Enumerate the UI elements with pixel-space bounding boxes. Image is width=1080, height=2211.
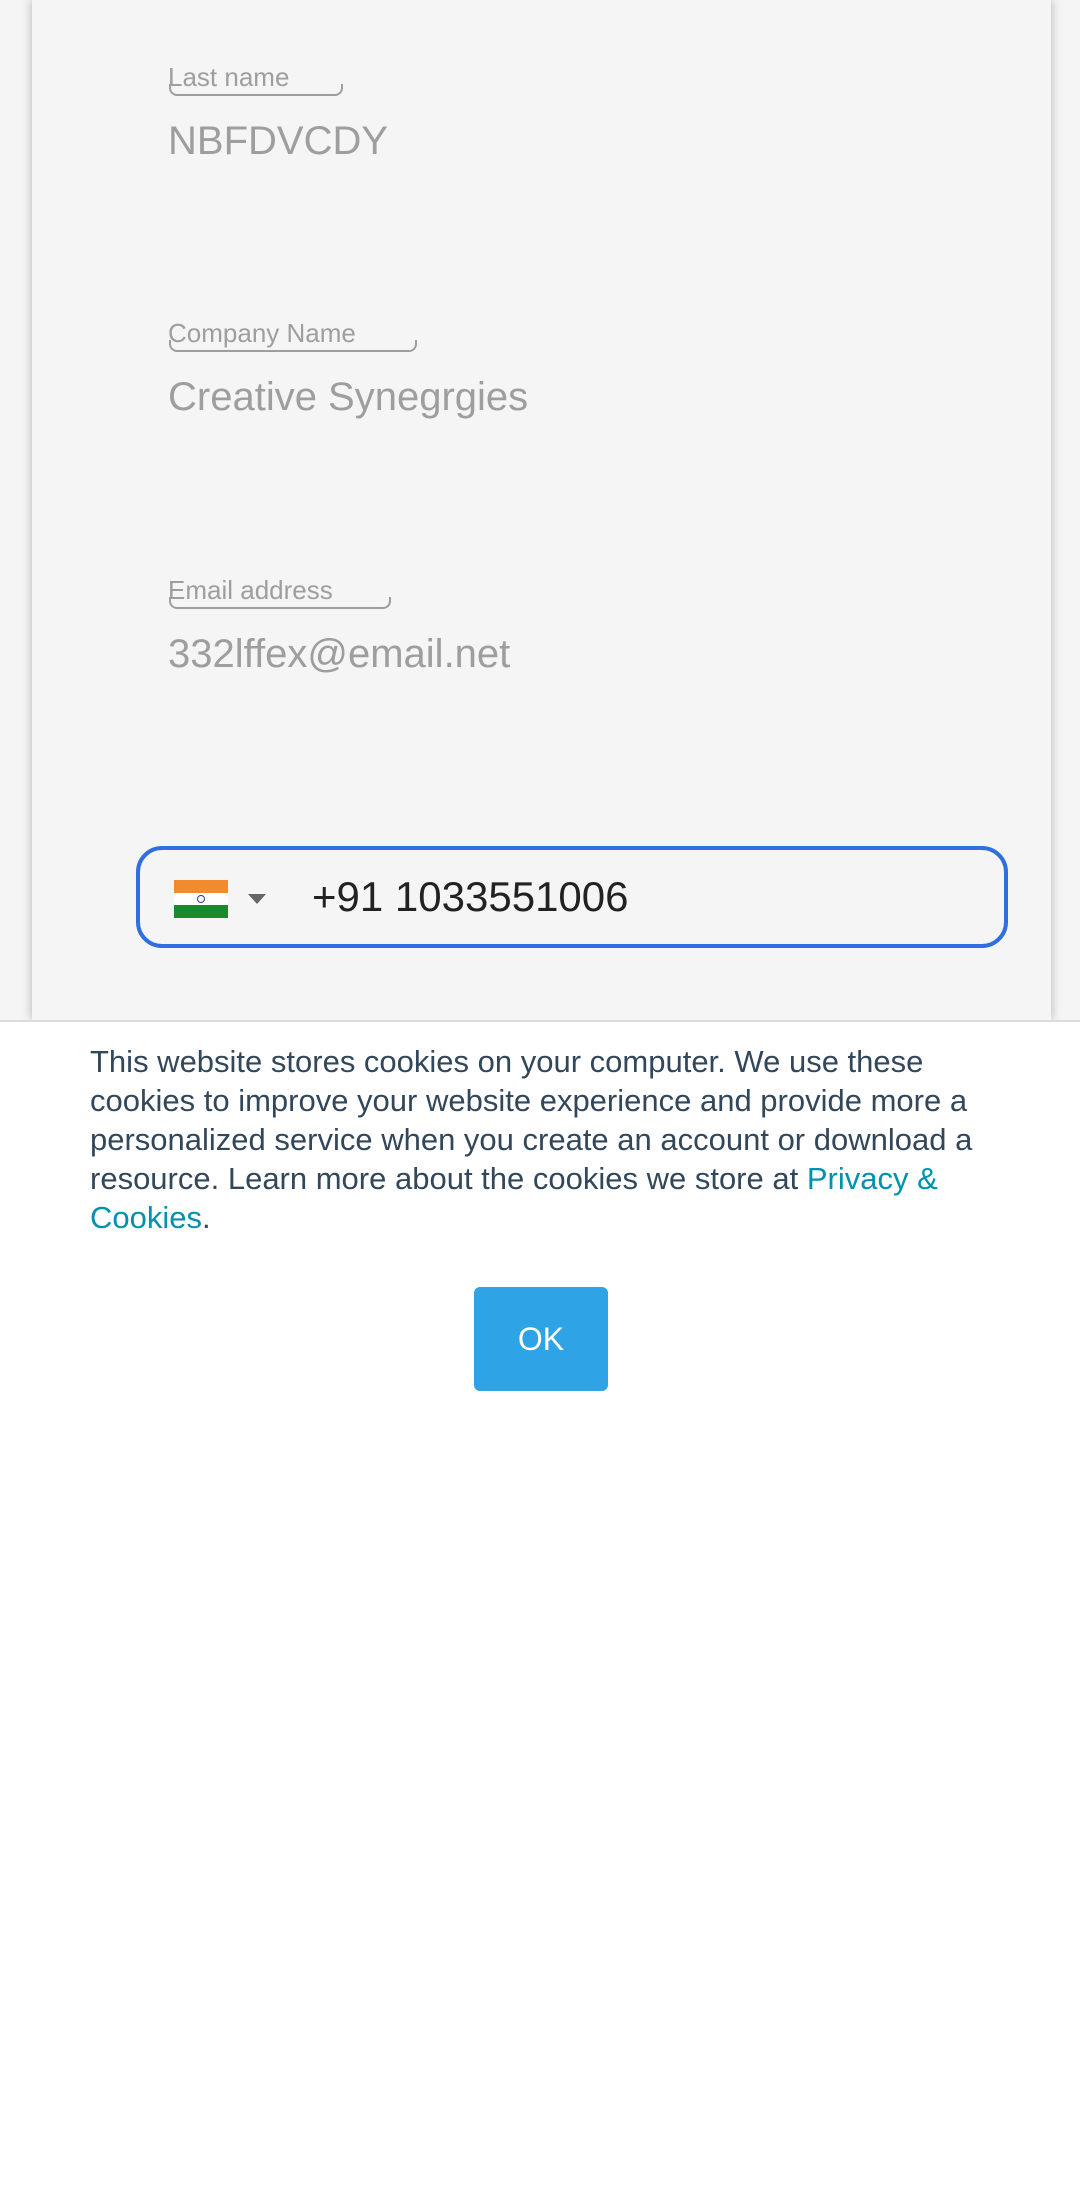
last-name-outline bbox=[169, 84, 343, 96]
cookie-banner: This website stores cookies on your comp… bbox=[0, 1020, 1080, 2211]
company-name-outline bbox=[169, 340, 417, 352]
chevron-down-icon[interactable] bbox=[248, 894, 266, 904]
cookie-message-end: . bbox=[202, 1200, 211, 1235]
company-name-input[interactable]: Creative Synegrgies bbox=[168, 374, 528, 420]
ok-button[interactable]: OK bbox=[474, 1287, 608, 1391]
phone-number-input[interactable]: +91 1033551006 bbox=[312, 872, 629, 922]
last-name-input[interactable]: NBFDVCDY bbox=[168, 118, 388, 164]
signup-form-card: Last name NBFDVCDY Company Name Creative… bbox=[32, 0, 1051, 1020]
email-input[interactable]: 332lffex@email.net bbox=[168, 631, 510, 677]
email-outline bbox=[169, 597, 391, 609]
cookie-message: This website stores cookies on your comp… bbox=[90, 1042, 1010, 1237]
india-flag-icon[interactable] bbox=[174, 880, 228, 918]
phone-input-box[interactable]: +91 1033551006 bbox=[136, 846, 1008, 948]
